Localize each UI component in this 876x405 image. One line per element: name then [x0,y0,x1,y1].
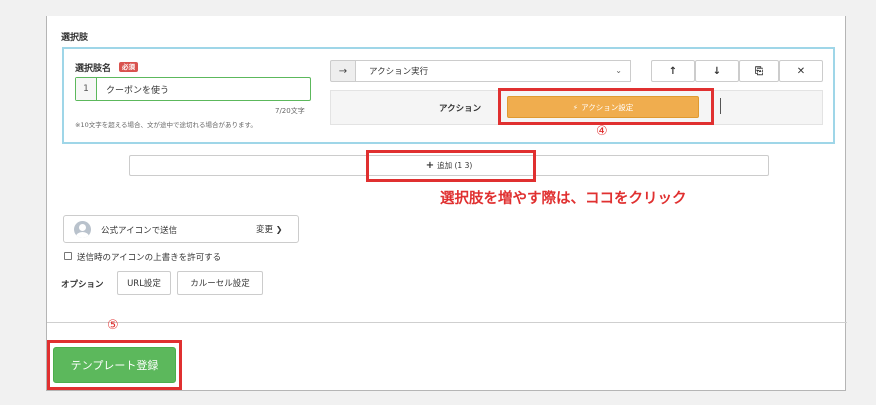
copy-button[interactable]: ⎘ [739,60,779,82]
copy-icon: ⎘ [755,65,763,77]
close-icon: ✕ [796,65,806,77]
action-label: アクション [439,104,482,114]
template-editor-panel: 選択肢 選択肢名 必須 1 クーポンを使う 7/20文字 ※10文字を超える場合… [46,16,847,391]
move-up-button[interactable]: ↑ [651,60,695,82]
required-badge: 必須 [119,62,138,72]
chevron-right-icon: ❯ [275,225,283,234]
char-count: 7/20文字 [275,107,305,115]
allow-overwrite-label: 送信時のアイコンの上書きを許可する [77,253,222,263]
step-4-marker: ④ [596,124,608,139]
arrow-up-icon: ↑ [668,65,678,77]
choice-name-label: 選択肢名 [75,64,112,74]
highlight-action-settings [498,88,714,125]
options-label: オプション [61,280,104,290]
delete-button[interactable]: ✕ [779,60,823,82]
callout-text: 選択肢を増やす際は、ココをクリック [440,191,687,207]
highlight-add-choice [366,150,536,182]
change-label: 変更 [256,225,274,235]
choice-name-value[interactable]: クーポンを使う [97,83,169,96]
action-type-value: アクション実行 [369,67,429,77]
sender-icon-card: 公式アイコンで送信 変更 ❯ [63,215,299,243]
divider [47,322,847,323]
move-down-button[interactable]: ↓ [695,60,739,82]
change-icon-button[interactable]: 変更 ❯ [256,223,282,235]
action-type-select[interactable]: アクション実行 ⌄ [355,60,631,82]
choice-index: 1 [76,78,97,100]
arrow-right-icon: → [330,60,356,82]
template-register-button[interactable]: テンプレート登録 [53,347,176,383]
text-caret [720,98,721,114]
allow-overwrite-checkbox[interactable] [64,252,72,260]
sender-icon-label: 公式アイコンで送信 [101,226,178,236]
arrow-down-icon: ↓ [712,65,722,77]
choice-card: 選択肢名 必須 1 クーポンを使う 7/20文字 ※10文字を超える場合、文が途… [62,47,835,144]
length-note: ※10文字を超える場合、文が途中で途切れる場合があります。 [75,121,257,129]
section-title: 選択肢 [61,33,89,43]
chevron-down-icon: ⌄ [615,66,622,75]
choice-name-field[interactable]: 1 クーポンを使う [75,77,311,101]
avatar-icon [74,221,91,238]
carousel-settings-button[interactable]: カルーセル設定 [177,271,263,295]
step-5-marker: ⑤ [107,318,119,333]
url-settings-button[interactable]: URL設定 [117,271,171,295]
